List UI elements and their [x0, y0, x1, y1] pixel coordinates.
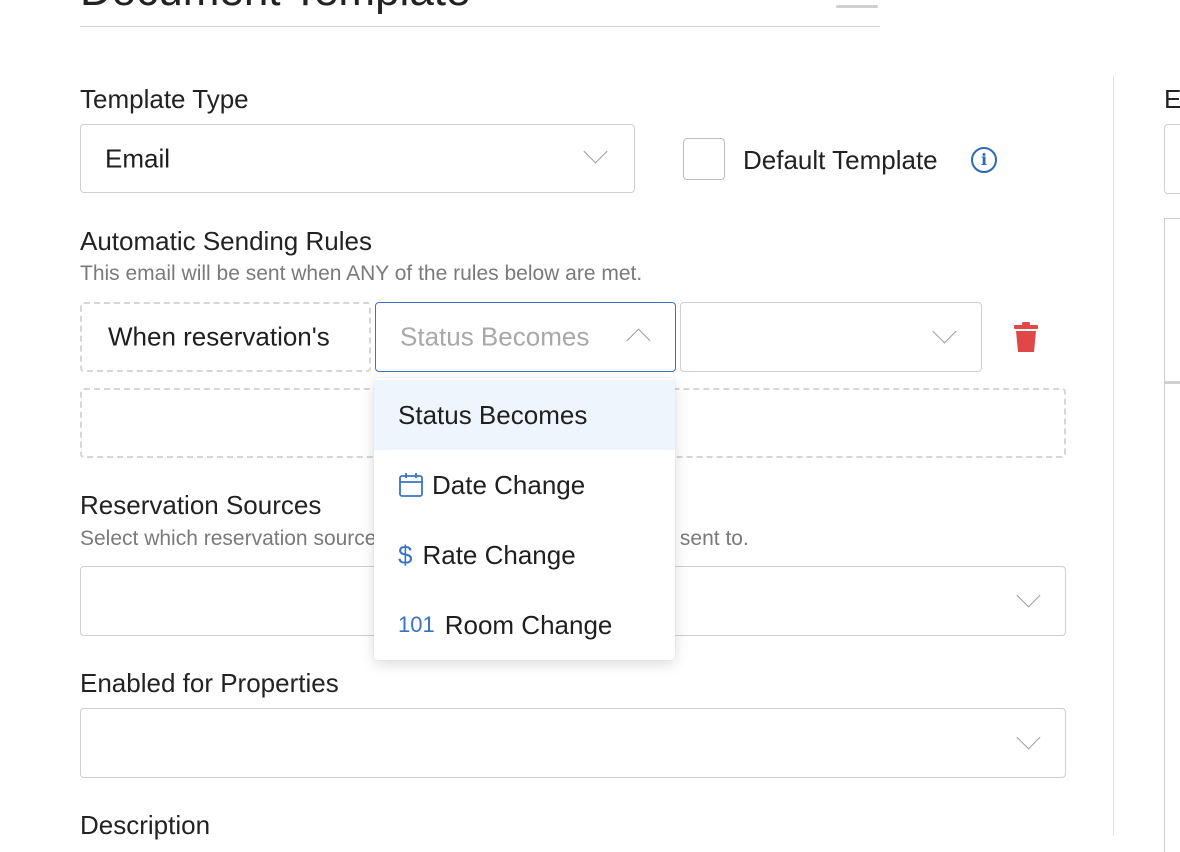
- menu-item-room-change[interactable]: 101 Room Change: [374, 590, 675, 660]
- right-panel-preview: [1164, 382, 1180, 852]
- rule-value-select[interactable]: [680, 302, 982, 372]
- rule-prefix-text: When reservation's: [108, 321, 330, 352]
- info-icon[interactable]: i: [971, 147, 997, 173]
- chevron-down-icon: [1016, 725, 1041, 750]
- menu-item-date-change[interactable]: Date Change: [374, 450, 675, 520]
- sending-rules-help: This email will be sent when ANY of the …: [80, 262, 643, 285]
- condition-dropdown-menu: Status Becomes Date Change $ Rate Change…: [374, 378, 675, 660]
- chevron-down-icon: [1016, 583, 1041, 608]
- sending-rules-label: Automatic Sending Rules: [80, 226, 372, 256]
- rule-condition-select[interactable]: Status Becomes: [375, 302, 676, 372]
- rule-condition-placeholder: Status Becomes: [400, 321, 590, 352]
- menu-handle-icon[interactable]: [836, 5, 878, 8]
- properties-select[interactable]: [80, 708, 1066, 778]
- default-template-label: Default Template: [743, 145, 938, 175]
- description-label: Description: [80, 810, 211, 840]
- right-panel-editor[interactable]: [1164, 218, 1180, 384]
- menu-item-status-becomes[interactable]: Status Becomes: [374, 380, 675, 450]
- menu-item-label: Rate Change: [422, 539, 576, 570]
- right-panel-label: E: [1164, 84, 1180, 114]
- reservation-sources-label: Reservation Sources: [80, 490, 322, 520]
- menu-item-rate-change[interactable]: $ Rate Change: [374, 520, 675, 590]
- title-divider: [80, 26, 880, 27]
- template-type-value: Email: [105, 143, 171, 173]
- panel-divider: [1113, 75, 1114, 836]
- menu-item-label: Status Becomes: [398, 399, 588, 430]
- chevron-down-icon: [583, 139, 608, 164]
- template-type-label: Template Type: [80, 84, 249, 114]
- menu-item-label: Room Change: [444, 609, 613, 640]
- menu-item-label: Date Change: [432, 469, 586, 500]
- chevron-up-icon: [626, 328, 651, 353]
- template-type-select[interactable]: Email: [80, 124, 635, 193]
- rule-prefix-box: When reservation's: [80, 302, 371, 372]
- properties-label: Enabled for Properties: [80, 668, 339, 698]
- page-title: Document Template: [80, 0, 471, 16]
- dollar-icon: $: [398, 539, 413, 570]
- right-panel-input[interactable]: [1164, 124, 1180, 194]
- chevron-down-icon: [932, 319, 957, 344]
- default-template-checkbox[interactable]: [683, 138, 725, 180]
- calendar-icon: [398, 472, 424, 498]
- trash-icon[interactable]: [1014, 322, 1038, 352]
- room-number-icon: 101: [398, 612, 435, 637]
